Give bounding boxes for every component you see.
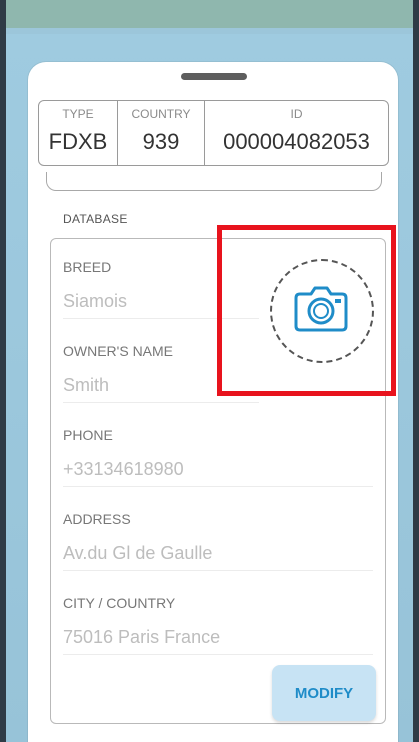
address-field[interactable]: ADDRESS Av.du Gl de Gaulle [63,511,373,571]
city-country-value: 75016 Paris France [63,627,221,647]
type-cell: TYPE FDXB [39,101,118,165]
city-country-field[interactable]: CITY / COUNTRY 75016 Paris France [63,595,373,655]
modify-button[interactable]: MODIFY [272,665,376,721]
chip-id-table: TYPE FDXB COUNTRY 939 ID 000004082053 [38,100,389,166]
id-cell: ID 000004082053 [205,101,388,165]
country-cell: COUNTRY 939 [118,101,205,165]
phone-value: +33134618980 [63,459,184,479]
address-value: Av.du Gl de Gaulle [63,543,213,563]
highlight-box [217,225,396,396]
id-label: ID [290,107,303,121]
sheet-drag-handle[interactable] [181,73,247,80]
field-underline [63,570,373,571]
field-underline [63,402,259,403]
address-label: ADDRESS [63,511,131,527]
divider-curve [46,172,382,191]
country-label: COUNTRY [131,107,191,121]
phone-label: PHONE [63,427,113,443]
type-label: TYPE [62,107,94,121]
phone-field[interactable]: PHONE +33134618980 [63,427,373,487]
bottom-sheet: TYPE FDXB COUNTRY 939 ID 000004082053 DA… [28,62,398,742]
app-window: TYPE FDXB COUNTRY 939 ID 000004082053 DA… [6,0,413,742]
type-value: FDXB [48,129,108,154]
id-value: 000004082053 [223,129,370,154]
country-value: 939 [142,129,180,154]
field-underline [63,654,373,655]
section-title: DATABASE [63,212,128,226]
city-country-label: CITY / COUNTRY [63,595,176,611]
field-underline [63,486,373,487]
